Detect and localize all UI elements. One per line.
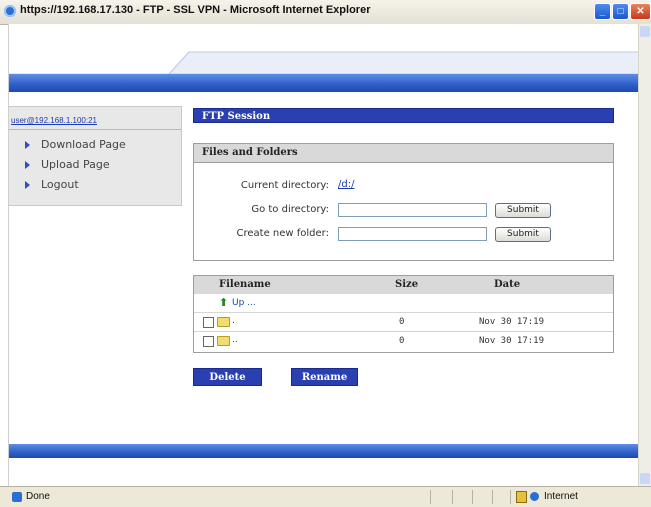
sidebar-item-upload[interactable]: Upload Page xyxy=(25,158,110,171)
footer-blue-bar xyxy=(9,444,639,458)
column-date: Date xyxy=(494,279,521,290)
file-table: Filename Size Date ⬆ Up ... . 0 Nov 30 1… xyxy=(193,275,614,353)
page-icon xyxy=(12,492,22,502)
table-row: . 0 Nov 30 17:19 xyxy=(194,312,613,331)
up-row[interactable]: ⬆ Up ... xyxy=(194,293,613,312)
status-divider xyxy=(472,490,473,504)
files-folders-panel: Files and Folders Current directory: /d:… xyxy=(193,143,614,261)
lock-icon xyxy=(516,491,527,503)
header-blue-bar xyxy=(9,74,639,92)
scroll-down-icon[interactable] xyxy=(640,473,650,484)
globe-icon xyxy=(530,492,539,501)
triangle-right-icon xyxy=(25,160,30,169)
folder-icon xyxy=(217,317,230,327)
goto-directory-label: Go to directory: xyxy=(251,204,329,215)
row-checkbox[interactable] xyxy=(203,317,214,328)
status-divider xyxy=(430,490,431,504)
goto-submit-button[interactable]: Submit xyxy=(495,203,551,218)
column-filename: Filename xyxy=(219,279,271,290)
table-header: Filename Size Date xyxy=(194,276,613,293)
window-title: https://192.168.17.130 - FTP - SSL VPN -… xyxy=(20,4,371,16)
scroll-up-icon[interactable] xyxy=(640,26,650,37)
top-banner xyxy=(9,51,639,74)
triangle-right-icon xyxy=(25,180,30,189)
up-link[interactable]: Up ... xyxy=(232,298,256,308)
ie-logo-icon xyxy=(4,5,16,17)
file-size: 0 xyxy=(399,317,405,327)
rename-button[interactable]: Rename xyxy=(291,368,358,386)
sidebar: user@192.168.1.100:21 Download Page Uplo… xyxy=(9,106,182,206)
sidebar-item-label: Download Page xyxy=(41,138,126,151)
table-row: .. 0 Nov 30 17:19 xyxy=(194,331,613,350)
minimize-button[interactable]: _ xyxy=(594,3,611,20)
panel-title: Files and Folders xyxy=(194,144,613,163)
create-folder-submit-button[interactable]: Submit xyxy=(495,227,551,242)
file-name-link[interactable]: .. xyxy=(232,335,238,345)
file-date: Nov 30 17:19 xyxy=(479,336,545,346)
sidebar-item-download[interactable]: Download Page xyxy=(25,138,126,151)
file-size: 0 xyxy=(399,336,405,346)
column-size: Size xyxy=(395,279,419,290)
row-checkbox[interactable] xyxy=(203,336,214,347)
vertical-scrollbar[interactable] xyxy=(638,24,651,486)
status-text: Done xyxy=(26,491,50,502)
file-name-link[interactable]: . xyxy=(232,316,235,326)
maximize-button[interactable]: □ xyxy=(612,3,629,20)
status-divider xyxy=(492,490,493,504)
delete-button[interactable]: Delete xyxy=(193,368,262,386)
current-directory-label: Current directory: xyxy=(240,180,329,191)
browser-content: user@192.168.1.100:21 Download Page Uplo… xyxy=(8,24,640,486)
status-divider xyxy=(510,490,511,504)
sidebar-divider xyxy=(9,129,181,130)
status-divider xyxy=(452,490,453,504)
up-arrow-icon: ⬆ xyxy=(219,296,229,309)
folder-icon xyxy=(217,336,230,346)
current-directory-link[interactable]: /d:/ xyxy=(338,179,354,190)
ftp-session-header: FTP Session xyxy=(193,108,614,123)
user-link[interactable]: user@192.168.1.100:21 xyxy=(11,116,97,125)
window-titlebar: https://192.168.17.130 - FTP - SSL VPN -… xyxy=(0,0,651,25)
sidebar-item-label: Upload Page xyxy=(41,158,110,171)
file-date: Nov 30 17:19 xyxy=(479,317,545,327)
sidebar-item-label: Logout xyxy=(41,178,79,191)
goto-directory-input[interactable] xyxy=(338,203,487,217)
close-button[interactable]: ✕ xyxy=(630,3,651,20)
create-folder-input[interactable] xyxy=(338,227,487,241)
status-bar: Done Internet xyxy=(0,486,651,507)
triangle-right-icon xyxy=(25,140,30,149)
sidebar-item-logout[interactable]: Logout xyxy=(25,178,79,191)
create-folder-label: Create new folder: xyxy=(236,228,329,239)
security-zone: Internet xyxy=(544,491,578,502)
